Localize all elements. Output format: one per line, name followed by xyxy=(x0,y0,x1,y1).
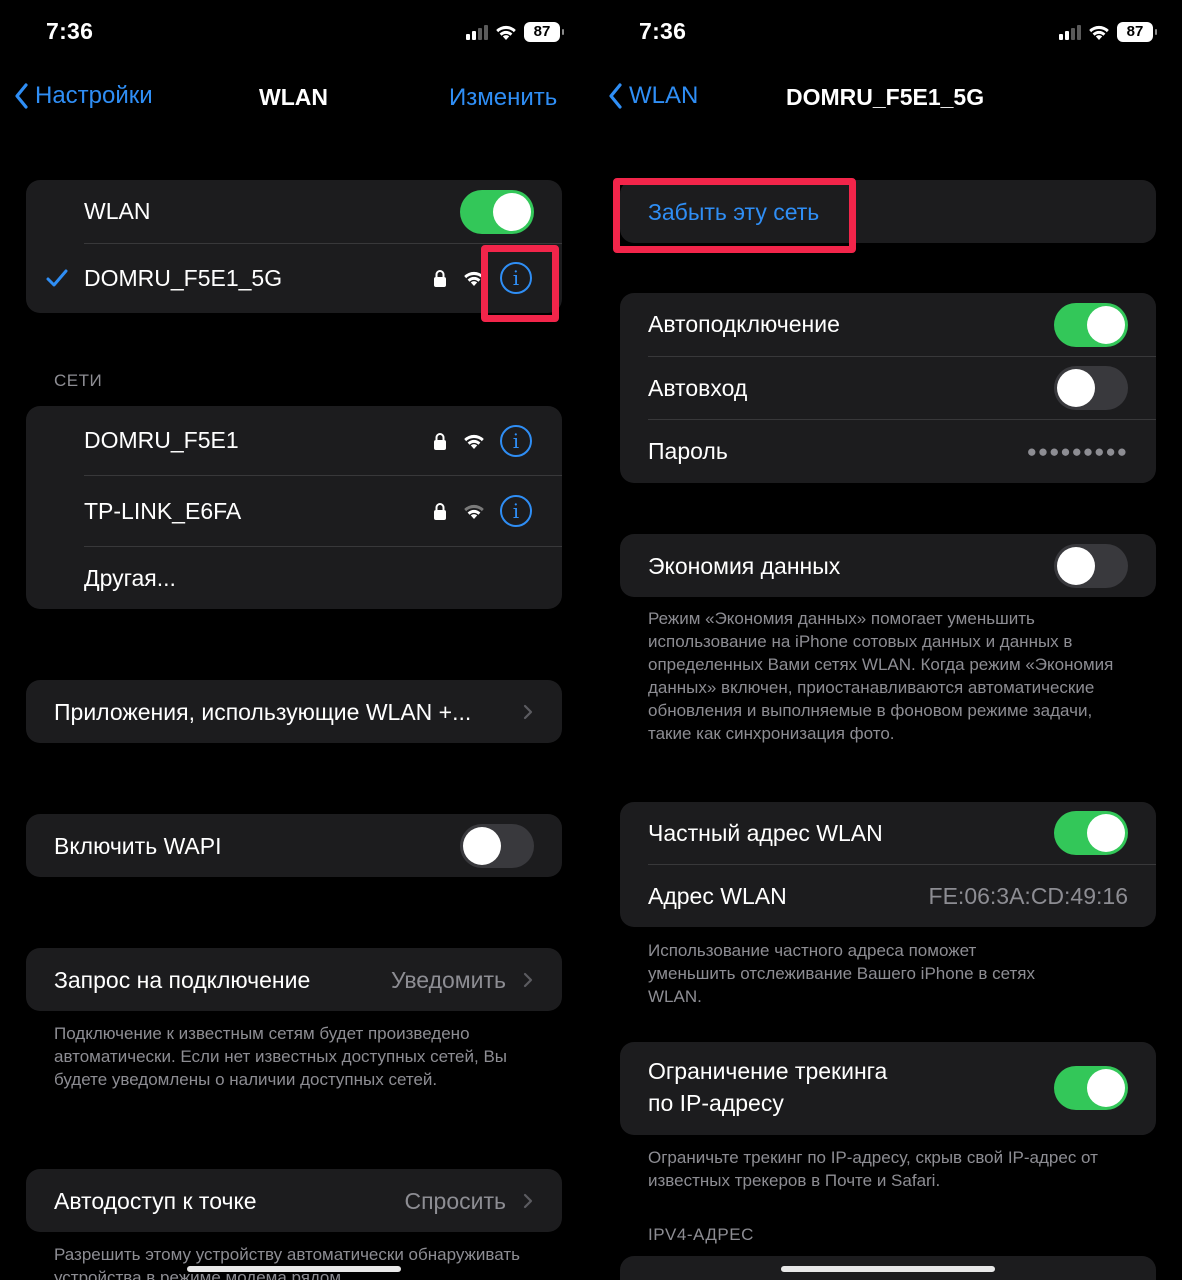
auto-join-row: Автоподключение xyxy=(620,293,1156,356)
limit-ip-tracking-label-line1: Ограничение трекинга xyxy=(648,1058,888,1084)
checkmark-icon xyxy=(46,269,68,287)
network-details-screen: 7:36 87 WLAN DOMRU_F5E1_5G Забыть эту се… xyxy=(591,0,1182,1280)
wlan-toggle[interactable] xyxy=(460,190,534,234)
ask-to-join-footer: Подключение к известным сетям будет прои… xyxy=(54,1024,508,1089)
join-settings-group: Автоподключение Автовход Пароль ●●●●●●●●… xyxy=(620,293,1156,483)
auto-hotspot-footer: Разрешить этому устройству автоматически… xyxy=(54,1245,520,1280)
lock-icon xyxy=(434,270,446,287)
cellular-signal-icon xyxy=(466,24,488,40)
back-button[interactable]: WLAN xyxy=(608,82,698,110)
battery-icon: 87 xyxy=(1117,22,1157,42)
low-data-footer: Режим «Экономия данных» помогает уменьши… xyxy=(648,609,1114,743)
other-network-label: Другая... xyxy=(84,564,176,591)
home-indicator[interactable] xyxy=(187,1266,401,1272)
battery-icon: 87 xyxy=(524,22,564,42)
status-time: 7:36 xyxy=(639,18,687,44)
private-address-row: Частный адрес WLAN xyxy=(620,802,1156,864)
status-time: 7:36 xyxy=(46,18,94,44)
limit-ip-tracking-toggle[interactable] xyxy=(1054,1066,1128,1110)
wlan-settings-screen: 7:36 87 Настройки WLAN Изменить WLAN DOM… xyxy=(0,0,591,1280)
network-name: DOMRU_F5E1 xyxy=(84,427,239,453)
password-row[interactable]: Пароль ●●●●●●●●● xyxy=(620,420,1156,483)
status-icons: 87 xyxy=(1059,22,1157,42)
ask-to-join-label: Запрос на подключение xyxy=(54,967,311,993)
network-name: TP-LINK_E6FA xyxy=(84,497,242,524)
auto-login-toggle[interactable] xyxy=(1054,366,1128,410)
wifi-status-icon xyxy=(496,25,516,40)
apps-using-wlan-label: Приложения, использующие WLAN +... xyxy=(54,699,472,725)
password-label: Пароль xyxy=(648,438,728,464)
back-label: Настройки xyxy=(35,82,153,109)
wlan-address-value: FE:06:3A:CD:49:16 xyxy=(928,882,1128,909)
network-row[interactable]: DOMRU_F5E1 i xyxy=(26,406,562,475)
page-title: DOMRU_F5E1_5G xyxy=(786,84,985,110)
wapi-row: Включить WAPI xyxy=(26,814,562,877)
other-network-row[interactable]: Другая... xyxy=(26,547,562,609)
low-data-row: Экономия данных xyxy=(620,534,1156,597)
limit-ip-tracking-footer: Ограничьте трекинг по IP-адресу, скрыв с… xyxy=(648,1148,1098,1190)
wlan-toggle-row: WLAN xyxy=(26,180,562,243)
chevron-left-icon xyxy=(15,83,28,109)
apps-using-wlan-row[interactable]: Приложения, использующие WLAN +... xyxy=(26,680,562,743)
private-address-toggle[interactable] xyxy=(1054,811,1128,855)
ipv4-header: IPV4-АДРЕС xyxy=(648,1225,754,1244)
wlan-address-row: Адрес WLAN FE:06:3A:CD:49:16 xyxy=(620,865,1156,927)
networks-group: DOMRU_F5E1 i TP-LINK_E6FA i Другая... xyxy=(26,406,562,609)
auto-join-label: Автоподключение xyxy=(648,311,840,337)
edit-button[interactable]: Изменить xyxy=(449,84,557,112)
info-icon[interactable]: i xyxy=(500,495,532,527)
chevron-right-icon xyxy=(523,1193,533,1209)
chevron-left-icon xyxy=(609,83,622,109)
auto-hotspot-label: Автодоступ к точке xyxy=(54,1188,257,1214)
auto-login-label: Автовход xyxy=(648,374,748,401)
low-data-label: Экономия данных xyxy=(648,553,841,579)
ask-to-join-row[interactable]: Запрос на подключение Уведомить xyxy=(26,948,562,1011)
wapi-toggle[interactable] xyxy=(460,824,534,868)
private-address-label: Частный адрес WLAN xyxy=(648,819,883,846)
wifi-strength-icon xyxy=(464,434,484,449)
wifi-status-icon xyxy=(1089,25,1109,40)
auto-hotspot-value: Спросить xyxy=(404,1188,506,1214)
password-value: ●●●●●●●●● xyxy=(1026,441,1128,461)
cellular-signal-icon xyxy=(1059,24,1081,40)
back-label: WLAN xyxy=(629,82,699,109)
lock-icon xyxy=(434,433,446,450)
status-icons: 87 xyxy=(466,22,564,42)
chevron-right-icon xyxy=(523,972,533,988)
page-title: WLAN xyxy=(259,84,328,110)
auto-login-row: Автовход xyxy=(620,357,1156,419)
ask-to-join-value: Уведомить xyxy=(391,967,506,993)
connected-network-name: DOMRU_F5E1_5G xyxy=(84,265,283,291)
auto-join-toggle[interactable] xyxy=(1054,303,1128,347)
address-group: Частный адрес WLAN Адрес WLAN FE:06:3A:C… xyxy=(620,802,1156,927)
private-address-footer: Использование частного адреса поможет ум… xyxy=(648,941,1035,1006)
wlan-label: WLAN xyxy=(84,198,151,224)
wapi-label: Включить WAPI xyxy=(54,833,222,859)
info-icon[interactable]: i xyxy=(500,425,532,457)
chevron-right-icon xyxy=(523,704,533,720)
limit-ip-tracking-row: Ограничение трекинга по IP-адресу xyxy=(620,1042,1156,1135)
low-data-toggle[interactable] xyxy=(1054,544,1128,588)
auto-hotspot-row[interactable]: Автодоступ к точке Спросить xyxy=(26,1169,562,1232)
networks-header: СЕТИ xyxy=(54,371,103,390)
highlight-box xyxy=(613,178,856,253)
home-indicator[interactable] xyxy=(781,1266,995,1272)
wifi-strength-icon xyxy=(464,504,484,519)
network-row[interactable]: TP-LINK_E6FA i xyxy=(26,476,562,546)
lock-icon xyxy=(434,503,446,520)
wlan-address-label: Адрес WLAN xyxy=(648,882,787,909)
limit-ip-tracking-label-line2: по IP-адресу xyxy=(648,1090,784,1116)
back-button[interactable]: Настройки xyxy=(14,82,153,110)
highlight-box xyxy=(481,245,559,322)
